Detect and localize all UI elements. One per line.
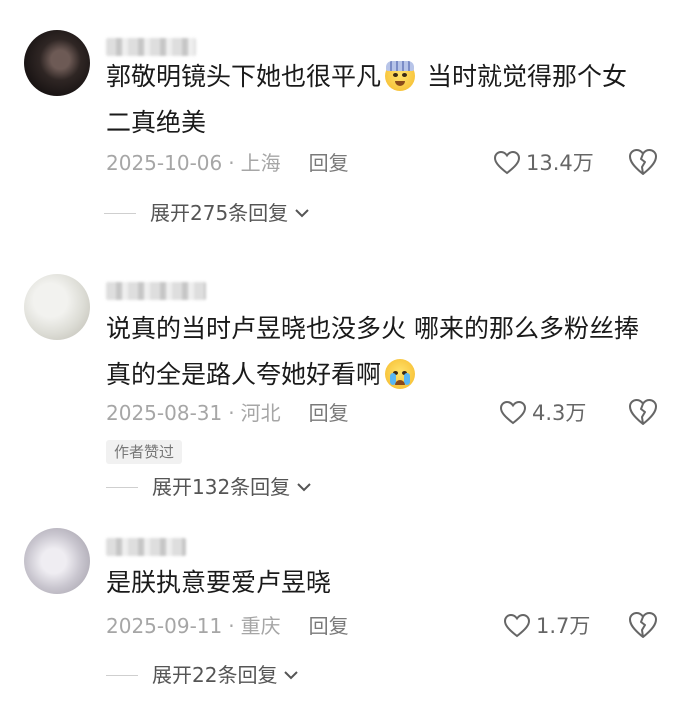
username-blurred[interactable] — [106, 282, 206, 300]
avatar[interactable] — [24, 274, 90, 340]
dislike-button[interactable] — [628, 611, 658, 641]
comment-text: 说真的当时卢昱晓也没多火 哪来的那么多粉丝捧 真的全是路人夸她好看啊 — [106, 314, 639, 389]
broken-heart-icon — [629, 399, 657, 425]
comment-text: 是朕执意要爱卢昱晓 — [106, 568, 332, 597]
heart-icon — [494, 151, 520, 175]
reply-button[interactable]: 回复 — [309, 614, 349, 638]
divider — [106, 674, 138, 676]
like-button[interactable]: 1.7万 — [504, 611, 590, 641]
divider — [104, 212, 136, 214]
expand-replies[interactable]: 展开132条回复 — [106, 472, 312, 502]
reply-button[interactable]: 回复 — [309, 401, 349, 425]
exploding-head-emoji — [385, 61, 416, 91]
like-count: 4.3万 — [532, 401, 587, 425]
broken-heart-icon — [629, 149, 657, 175]
expand-replies[interactable]: 展开22条回复 — [106, 660, 299, 690]
chevron-down-icon — [297, 483, 311, 492]
comment-location: 上海 — [240, 151, 281, 175]
heart-icon — [504, 614, 530, 638]
divider — [106, 486, 138, 488]
author-liked-badge: 作者赞过 — [106, 440, 183, 464]
comment-meta: 2025-08-31 · 河北 回复 — [106, 401, 349, 425]
comment-date: 2025-10-06 — [106, 151, 223, 175]
dislike-button[interactable] — [628, 398, 658, 428]
avatar[interactable] — [24, 30, 90, 96]
username-blurred[interactable] — [106, 538, 186, 556]
chevron-down-icon — [295, 209, 309, 218]
comment-location: 重庆 — [240, 614, 281, 638]
like-count: 1.7万 — [536, 614, 591, 638]
comment-date: 2025-09-11 — [106, 614, 223, 638]
dislike-button[interactable] — [628, 148, 658, 178]
like-button[interactable]: 13.4万 — [494, 148, 594, 178]
like-count: 13.4万 — [526, 151, 594, 175]
like-button[interactable]: 4.3万 — [500, 398, 586, 428]
comment-date: 2025-08-31 — [106, 401, 223, 425]
comment-text: 郭敬明镜头下她也很平凡 当时就觉得那个女 二真绝美 — [106, 61, 627, 137]
chevron-down-icon — [284, 671, 299, 680]
comment-location: 河北 — [240, 401, 281, 425]
avatar[interactable] — [24, 528, 90, 594]
reply-button[interactable]: 回复 — [309, 151, 349, 175]
broken-heart-icon — [629, 612, 657, 638]
crying-face-emoji — [385, 359, 416, 389]
expand-replies[interactable]: 展开275条回复 — [104, 198, 310, 228]
comment-meta: 2025-10-06 · 上海 回复 — [106, 151, 349, 175]
comment-meta: 2025-09-11 · 重庆 回复 — [106, 614, 349, 638]
heart-icon — [500, 401, 526, 425]
